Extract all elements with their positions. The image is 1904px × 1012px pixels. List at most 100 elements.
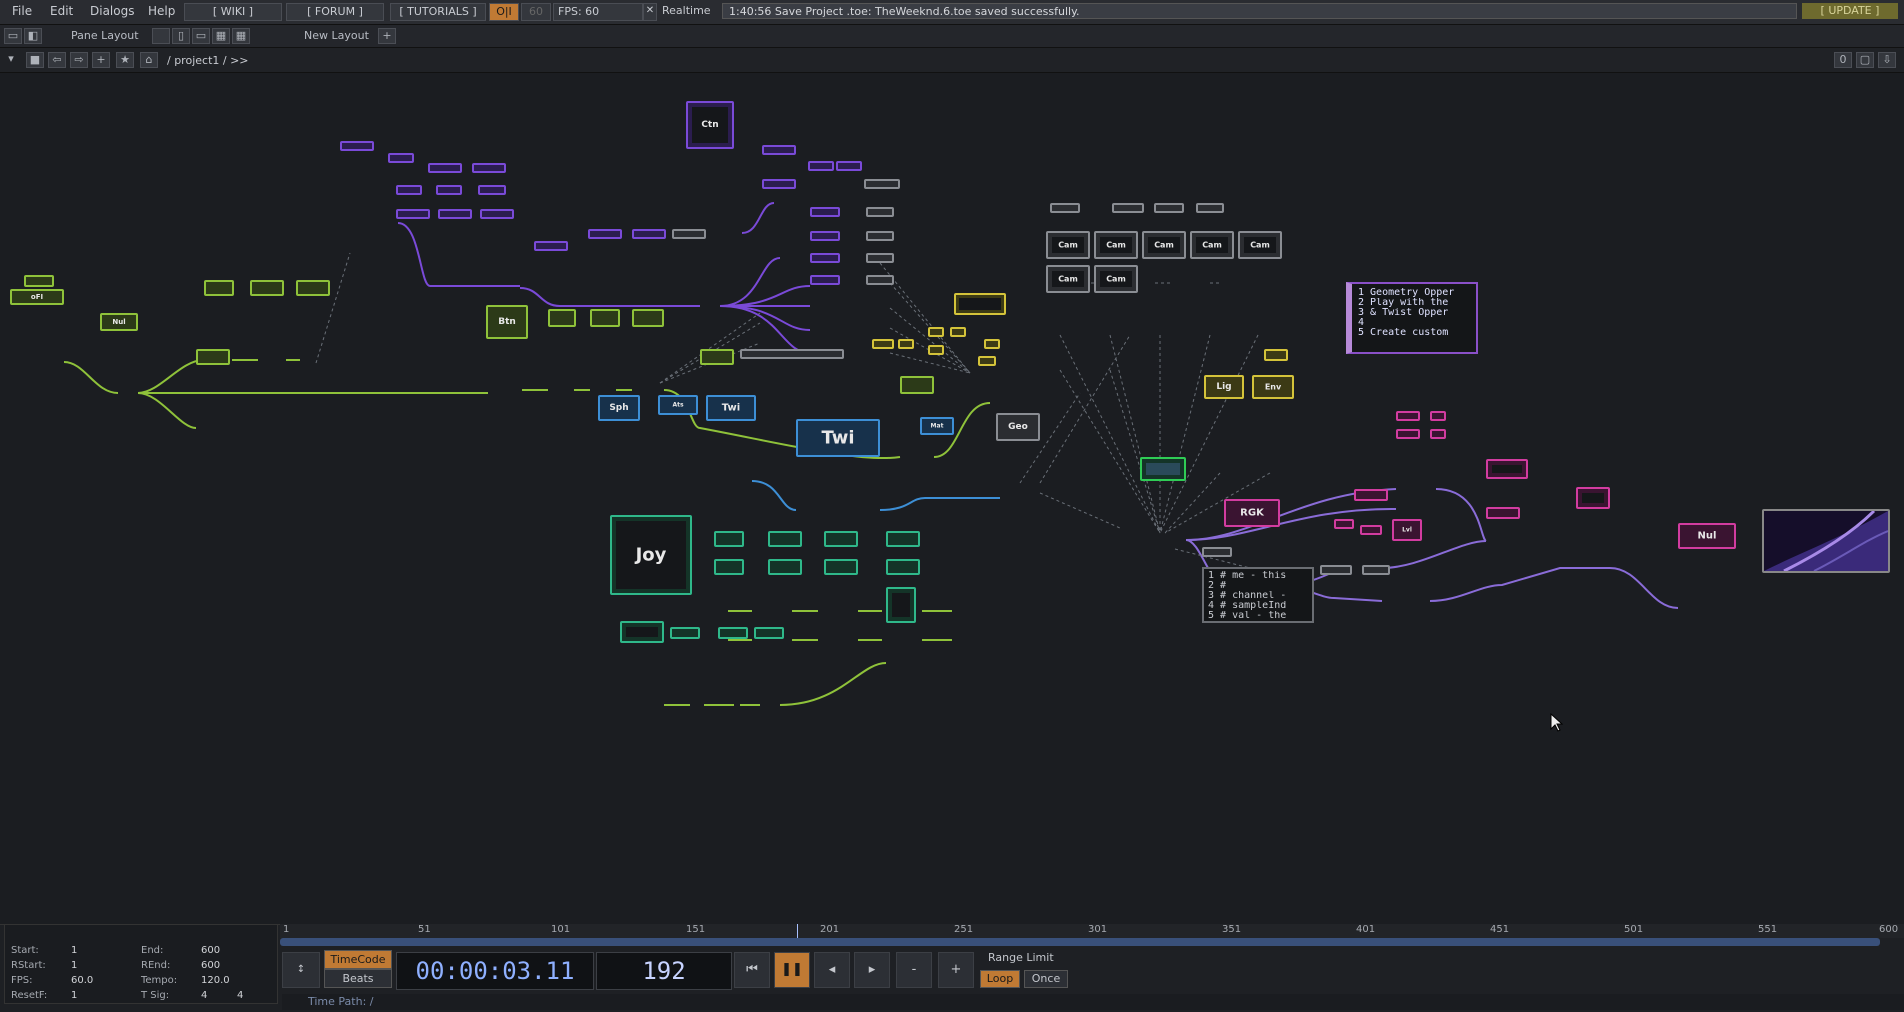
slider-node[interactable]: [740, 349, 844, 359]
layout-split-h-icon[interactable]: ▭: [192, 28, 210, 44]
layout-three-icon[interactable]: ▦: [212, 28, 230, 44]
layout-single-icon[interactable]: [152, 28, 170, 44]
dat-node[interactable]: [872, 339, 894, 349]
start-value[interactable]: 1: [71, 945, 77, 956]
top-node[interactable]: [340, 141, 374, 151]
chop-node[interactable]: [250, 280, 284, 296]
render-top-node[interactable]: [1140, 457, 1186, 481]
mat-node[interactable]: [1360, 525, 1382, 535]
forward-icon[interactable]: ⇨: [70, 52, 88, 68]
out-preview-node[interactable]: [1762, 509, 1890, 573]
light-comp-node[interactable]: Lig: [1204, 375, 1244, 399]
top-node[interactable]: [864, 179, 900, 189]
layout-quad-icon[interactable]: ▦: [232, 28, 250, 44]
top-node[interactable]: [478, 185, 506, 195]
twist-sop-node[interactable]: Twi: [706, 395, 756, 421]
chop-node[interactable]: [718, 627, 748, 639]
top-node[interactable]: [388, 153, 414, 163]
comp-node[interactable]: [1196, 203, 1224, 213]
chop-node-mf[interactable]: oFI: [10, 289, 64, 305]
chop-node[interactable]: [632, 309, 664, 327]
rewind-icon[interactable]: ⏮: [734, 952, 770, 988]
chop-node[interactable]: [754, 627, 784, 639]
top-node[interactable]: [438, 209, 472, 219]
chevron-down-icon[interactable]: ▾: [2, 52, 20, 68]
top-node[interactable]: [534, 241, 568, 251]
menu-file[interactable]: File: [12, 4, 32, 18]
mat-node[interactable]: [1334, 519, 1354, 529]
chop-node[interactable]: [296, 280, 330, 296]
dat-node[interactable]: [928, 345, 944, 355]
dat-node[interactable]: [950, 327, 966, 337]
tempo-value[interactable]: 120.0: [201, 975, 230, 986]
comp-node[interactable]: [1050, 203, 1080, 213]
chop-node[interactable]: [900, 376, 934, 394]
joystick-node[interactable]: Joy: [610, 515, 692, 595]
dat-node[interactable]: [984, 339, 1000, 349]
button-comp-node[interactable]: Btn: [486, 305, 528, 339]
end-value[interactable]: 600: [201, 945, 220, 956]
pause-icon[interactable]: ❚❚: [774, 952, 810, 988]
pane-icon-2[interactable]: ◧: [24, 28, 42, 44]
menu-dialogs[interactable]: Dialogs: [90, 4, 134, 18]
pause-cook-button[interactable]: O|I: [489, 3, 519, 21]
frame-display[interactable]: 192: [596, 952, 732, 990]
once-button[interactable]: Once: [1024, 970, 1068, 988]
timeline-toggle-icon[interactable]: ↕: [282, 952, 320, 988]
chop-node[interactable]: [670, 627, 700, 639]
mat-node[interactable]: [1430, 411, 1446, 421]
network-path[interactable]: / project1 / >>: [167, 54, 249, 67]
comp-node[interactable]: [1202, 547, 1232, 557]
mat-node[interactable]: [1486, 507, 1520, 519]
stop-icon[interactable]: ■: [26, 52, 44, 68]
fps-value[interactable]: 60.0: [71, 975, 93, 986]
home-icon[interactable]: ⌂: [140, 52, 158, 68]
dat-node[interactable]: [928, 327, 944, 337]
mat-node[interactable]: Lvl: [1392, 519, 1422, 541]
dat-node[interactable]: [1264, 349, 1288, 361]
top-node[interactable]: [762, 179, 796, 189]
chop-node[interactable]: [548, 309, 576, 327]
wiki-link[interactable]: [ WIKI ]: [184, 3, 282, 21]
loop-button[interactable]: Loop: [980, 970, 1020, 988]
top-node[interactable]: [836, 161, 862, 171]
top-node[interactable]: [866, 207, 894, 217]
step-back-icon[interactable]: ◂: [814, 952, 850, 988]
top-node[interactable]: [866, 231, 894, 241]
text-dat-callbacks[interactable]: 1 # me - this 2 # 3 # channel - 4 # samp…: [1202, 567, 1314, 623]
top-node[interactable]: [810, 253, 840, 263]
top-node[interactable]: [428, 163, 462, 173]
text-dat-geometry[interactable]: 1 Geometry Opper 2 Play with the 3 & Twi…: [1346, 282, 1478, 354]
top-node[interactable]: [810, 275, 840, 285]
chop-node[interactable]: [886, 587, 916, 623]
camera-node[interactable]: Cam: [1094, 265, 1138, 293]
download-icon[interactable]: ⇩: [1878, 52, 1896, 68]
null-top-node[interactable]: Nul: [1678, 523, 1736, 549]
environment-light-node[interactable]: Env: [1252, 375, 1294, 399]
chop-node[interactable]: [824, 559, 858, 575]
slower-button[interactable]: -: [896, 952, 932, 988]
geometry-comp-node[interactable]: Geo: [996, 413, 1040, 441]
menu-edit[interactable]: Edit: [50, 4, 73, 18]
chop-node[interactable]: [620, 621, 664, 643]
top-node[interactable]: [672, 229, 706, 239]
menu-help[interactable]: Help: [148, 4, 175, 18]
top-node[interactable]: [396, 185, 422, 195]
timeline-scrollbar[interactable]: [280, 938, 1880, 946]
top-node[interactable]: [472, 163, 506, 173]
top-node[interactable]: [436, 185, 462, 195]
null-chop-node[interactable]: Nul: [100, 313, 138, 331]
dat-node[interactable]: [954, 293, 1006, 315]
sop-node[interactable]: Mat: [920, 417, 954, 435]
mat-node[interactable]: [1430, 429, 1446, 439]
tsig-denominator[interactable]: 4: [237, 990, 243, 1001]
resetf-value[interactable]: 1: [71, 990, 77, 1001]
twist-sop-main-node[interactable]: Twi: [796, 419, 880, 457]
timecode-display[interactable]: 00:00:03.11: [396, 952, 594, 990]
chop-node[interactable]: [886, 559, 920, 575]
top-node[interactable]: [810, 231, 840, 241]
chop-node[interactable]: [196, 349, 230, 365]
chop-node[interactable]: [714, 559, 744, 575]
composite-node[interactable]: [1576, 487, 1610, 509]
mat-node[interactable]: [1396, 429, 1420, 439]
